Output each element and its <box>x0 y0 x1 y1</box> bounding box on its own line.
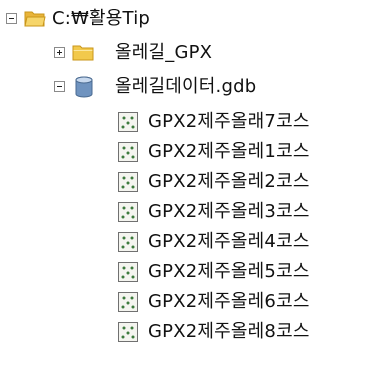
tree-node-geodatabase[interactable]: 올레길데이터.gdb <box>0 72 320 102</box>
expand-toggle[interactable] <box>54 47 65 58</box>
point-feature-class-icon <box>118 112 138 132</box>
tree-node-label: C:₩활용Tip <box>52 8 151 29</box>
tree-node-label: GPX2제주올레1코스 <box>148 141 310 162</box>
point-feature-class-icon <box>118 202 138 222</box>
tree-node-root-folder[interactable]: C:₩활용Tip <box>0 4 260 34</box>
point-feature-class-icon <box>118 322 138 342</box>
geodatabase-icon <box>75 76 93 98</box>
tree-node-label: GPX2제주올레5코스 <box>148 261 310 282</box>
tree-node-feature-class[interactable]: GPX2제주올레2코스 <box>0 167 377 197</box>
catalog-tree: C:₩활용Tip 올레길_GPX 올레길데이터.gdb GPX2제주올래7코스 <box>0 0 377 376</box>
tree-node-feature-class[interactable]: GPX2제주올레6코스 <box>0 287 377 317</box>
tree-node-label: 올레길_GPX <box>115 42 213 63</box>
tree-node-feature-class[interactable]: GPX2제주올레8코스 <box>0 317 377 347</box>
collapse-toggle[interactable] <box>54 81 65 92</box>
tree-node-feature-class[interactable]: GPX2제주올레5코스 <box>0 257 377 287</box>
tree-node-feature-class[interactable]: GPX2제주올레1코스 <box>0 137 377 167</box>
tree-node-label: GPX2제주올래7코스 <box>148 111 310 132</box>
point-feature-class-icon <box>118 142 138 162</box>
tree-node-label: GPX2제주올레6코스 <box>148 291 310 312</box>
point-feature-class-icon <box>118 292 138 312</box>
tree-node-feature-class[interactable]: GPX2제주올레4코스 <box>0 227 377 257</box>
tree-node-feature-class[interactable]: GPX2제주올레3코스 <box>0 197 377 227</box>
point-feature-class-icon <box>118 172 138 192</box>
tree-node-label: GPX2제주올레4코스 <box>148 231 310 252</box>
folder-open-icon <box>24 11 46 27</box>
tree-node-folder[interactable]: 올레길_GPX <box>0 38 300 68</box>
tree-node-label: 올레길데이터.gdb <box>115 76 257 97</box>
point-feature-class-icon <box>118 262 138 282</box>
folder-icon <box>72 45 94 61</box>
collapse-toggle[interactable] <box>6 13 17 24</box>
tree-node-label: GPX2제주올레2코스 <box>148 171 310 192</box>
tree-node-label: GPX2제주올레8코스 <box>148 321 310 342</box>
point-feature-class-icon <box>118 232 138 252</box>
tree-node-label: GPX2제주올레3코스 <box>148 201 310 222</box>
tree-node-feature-class[interactable]: GPX2제주올래7코스 <box>0 107 377 137</box>
